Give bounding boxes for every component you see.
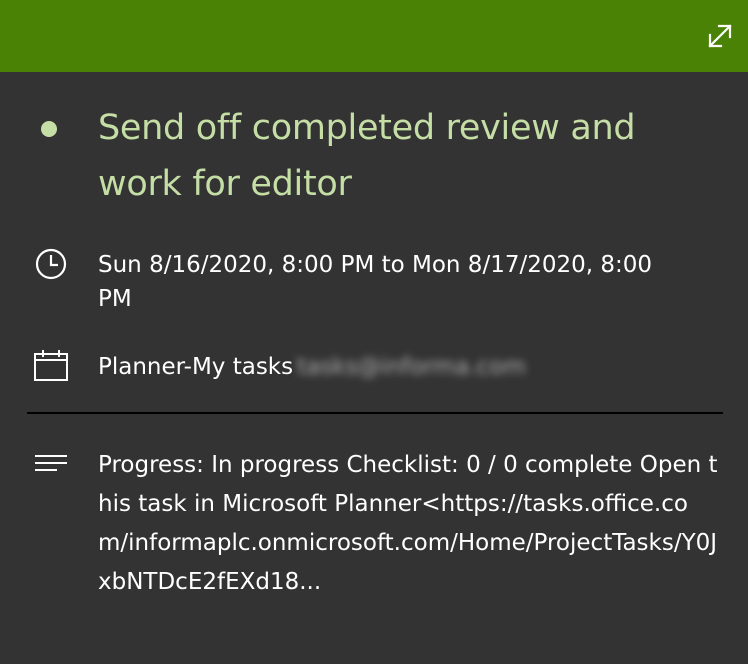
calendar-label: Planner-My tasks bbox=[98, 354, 294, 380]
task-time: Sun 8/16/2020, 8:00 PM to Mon 8/17/2020,… bbox=[98, 252, 653, 312]
task-peek-card: Send off completed review and work for e… bbox=[0, 0, 748, 664]
redacted-email: tasks@informa.com bbox=[297, 350, 609, 384]
expand-icon bbox=[708, 24, 732, 48]
task-notes: Progress: In progress Checklist: 0 / 0 c… bbox=[98, 452, 718, 595]
clock-icon bbox=[33, 246, 69, 282]
notes-lines-icon bbox=[33, 446, 69, 482]
expand-button[interactable] bbox=[704, 20, 736, 52]
redacted-email-text: tasks@informa.com bbox=[297, 354, 526, 380]
calendar-name: Planner-My tasks tasks@informa.com bbox=[98, 350, 678, 384]
header-bar bbox=[0, 0, 748, 72]
bullet-dot-icon bbox=[41, 121, 57, 137]
calendar-icon bbox=[33, 348, 69, 384]
task-title: Send off completed review and work for e… bbox=[98, 108, 636, 204]
section-divider bbox=[27, 412, 723, 414]
